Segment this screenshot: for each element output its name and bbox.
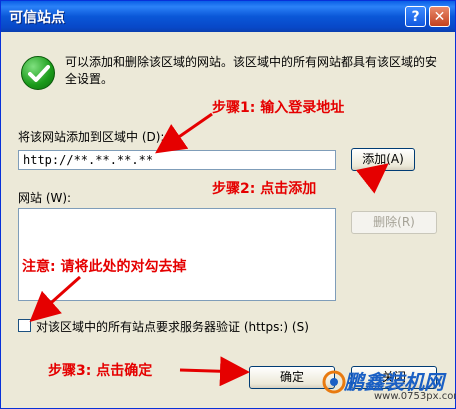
swirl-logo-icon — [322, 370, 346, 394]
site-watermark: 鹏鑫装机网 www.0753px.com — [322, 366, 456, 406]
note-arrow — [29, 275, 81, 322]
step2-annotation: 步骤2: 点击添加 — [212, 181, 317, 197]
step1-annotation: 步骤1: 输入登录地址 — [212, 100, 345, 116]
note-annotation: 注意: 请将此处的对勾去掉 — [22, 259, 187, 275]
step3-annotation: 步骤3: 点击确定 — [48, 363, 153, 379]
annotation-arrows — [29, 112, 389, 387]
step1-arrow — [155, 112, 213, 154]
watermark-url: www.0753px.com — [374, 391, 456, 402]
step3-arrow — [179, 356, 250, 387]
step2-arrow — [355, 163, 389, 194]
